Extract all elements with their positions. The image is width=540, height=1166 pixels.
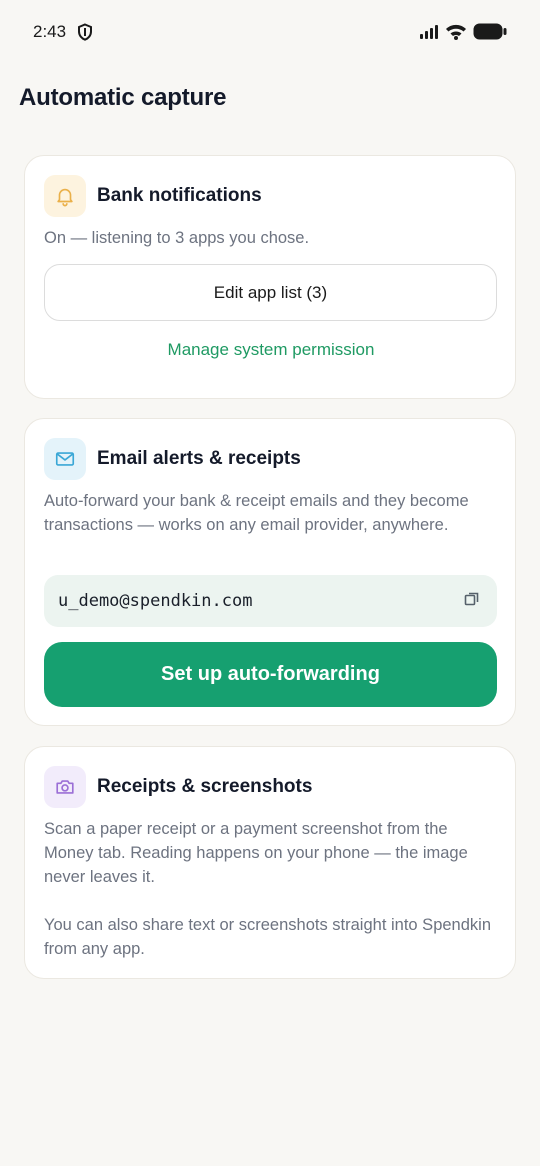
receipts-card-description: Scan a paper receipt or a payment screen… [44, 820, 468, 886]
bank-card-header: Bank notifications [44, 175, 262, 217]
email-card-description: Auto-forward your bank & receipt emails … [44, 492, 469, 534]
email-card-header: Email alerts & receipts [44, 438, 301, 480]
wifi-icon [445, 23, 467, 45]
mail-icon [44, 438, 86, 480]
bank-card-title: Bank notifications [97, 185, 262, 206]
page-title: Automatic capture [19, 84, 227, 111]
edit-app-list-button[interactable]: Edit app list (3) [44, 264, 497, 321]
bank-notifications-card: Bank notifications On — listening to 3 a… [24, 155, 516, 399]
receipts-card-share-note: You can also share text or screenshots s… [44, 916, 491, 958]
shield-icon [77, 23, 93, 46]
camera-icon [44, 766, 86, 808]
receipts-card-header: Receipts & screenshots [44, 766, 312, 808]
forwarding-address: u_demo@spendkin.com [58, 591, 253, 611]
bell-icon [44, 175, 86, 217]
bank-card-description: On — listening to 3 apps you chose. [44, 229, 310, 247]
email-card-title: Email alerts & receipts [97, 448, 301, 469]
battery-icon [473, 23, 507, 45]
receipts-card-title: Receipts & screenshots [97, 776, 313, 797]
signal-icon [419, 24, 439, 45]
status-bar: 2:43 [0, 0, 540, 64]
receipts-card: Receipts & screenshots Scan a paper rece… [24, 746, 516, 979]
copy-icon[interactable] [463, 590, 481, 613]
forwarding-address-field[interactable]: u_demo@spendkin.com [44, 575, 497, 627]
email-alerts-card: Email alerts & receipts Auto-forward you… [24, 418, 516, 726]
status-time: 2:43 [33, 22, 67, 41]
setup-auto-forwarding-button[interactable]: Set up auto-forwarding [44, 642, 497, 707]
manage-permission-link[interactable]: Manage system permission [25, 340, 517, 360]
status-icons [419, 23, 507, 45]
